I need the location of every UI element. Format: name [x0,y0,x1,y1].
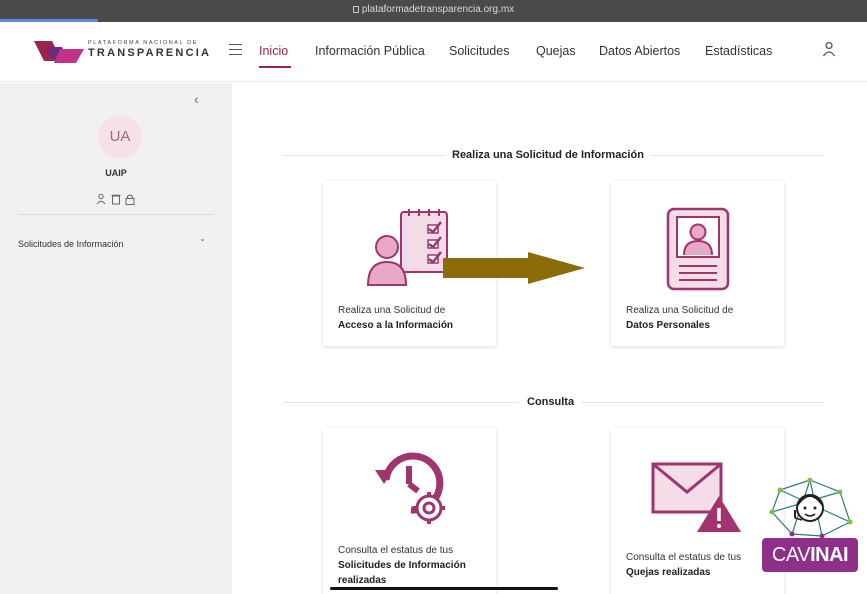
logo-line1: PLATAFORMA NACIONAL DE [88,40,198,46]
card-consulta-solicitudes[interactable]: Consulta el estatus de tus Solicitudes d… [323,428,496,594]
checklist-person-icon [366,209,448,286]
card-datos-personales[interactable]: Realiza una Solicitud de Datos Personale… [611,181,784,346]
card-line2: Acceso a la Información [338,320,454,331]
nav-informacion-publica[interactable]: Información Pública [315,44,425,58]
card-line1: Consulta el estatus de tus [626,552,742,563]
url-text[interactable]: plataformadetransparencia.org.mx [0,4,867,15]
sidebar-item-solicitudes[interactable]: Solicitudes de Información ⌄ [18,234,214,249]
card-line3: realizadas [338,575,387,586]
sidebar-divider [18,214,214,215]
cavinai-label: CAVINAI [762,538,858,572]
url-label: plataformadetransparencia.org.mx [361,4,515,15]
card-line2: Solicitudes de Información [338,560,466,571]
collapse-sidebar-icon[interactable]: ‹ [194,91,199,107]
card-line2: Quejas realizadas [626,567,711,578]
card-consulta-quejas[interactable]: Consulta el estatus de tus Quejas realiz… [611,428,784,594]
nav-solicitudes[interactable]: Solicitudes [449,44,509,58]
history-gear-icon [375,452,445,524]
profile-actions [96,193,135,205]
card-line2: Datos Personales [626,320,710,331]
lock-icon[interactable] [125,194,135,205]
user-name: UAIP [105,168,127,178]
nav-datos-abiertos[interactable]: Datos Abiertos [599,44,680,58]
nav-quejas[interactable]: Quejas [536,44,576,58]
logo-mark-icon [34,41,84,63]
nav-estadisticas[interactable]: Estadísticas [705,44,772,58]
trash-icon[interactable] [111,194,121,205]
browser-url-bar[interactable]: plataformadetransparencia.org.mx [0,0,867,22]
nav-active-indicator [259,66,291,68]
section-title-solicitud: Realiza una Solicitud de Información [444,149,652,161]
annotation-arrow-icon [443,252,585,284]
avatar[interactable]: UA [98,115,142,159]
lock-icon [352,6,359,13]
logo-line2: TRANSPARENCIA [88,47,212,59]
pnt-logo[interactable]: PLATAFORMA NACIONAL DE TRANSPARENCIA [32,39,209,65]
menu-icon[interactable] [229,44,242,55]
sidebar-item-label: Solicitudes de Información [18,239,124,249]
home-indicator [330,587,558,590]
chatbot-avatar-icon [769,478,853,538]
profile-icon[interactable] [96,193,106,205]
envelope-warning-icon [651,462,741,532]
card-line1: Realiza una Solicitud de [626,305,734,316]
id-document-icon [666,207,730,291]
card-line1: Realiza una Solicitud de [338,305,446,316]
section-title-consulta: Consulta [519,396,583,408]
chevron-down-icon: ⌄ [199,234,206,243]
card-line1: Consulta el estatus de tus [338,545,454,556]
cavinai-chat-badge[interactable]: CAVINAI [762,478,858,576]
site-header: PLATAFORMA NACIONAL DE TRANSPARENCIA Ini… [0,22,867,82]
nav-inicio[interactable]: Inicio [259,44,288,58]
user-icon[interactable] [822,41,836,57]
sidebar: ‹ UA UAIP Solicitudes de Información ⌄ [0,83,232,594]
